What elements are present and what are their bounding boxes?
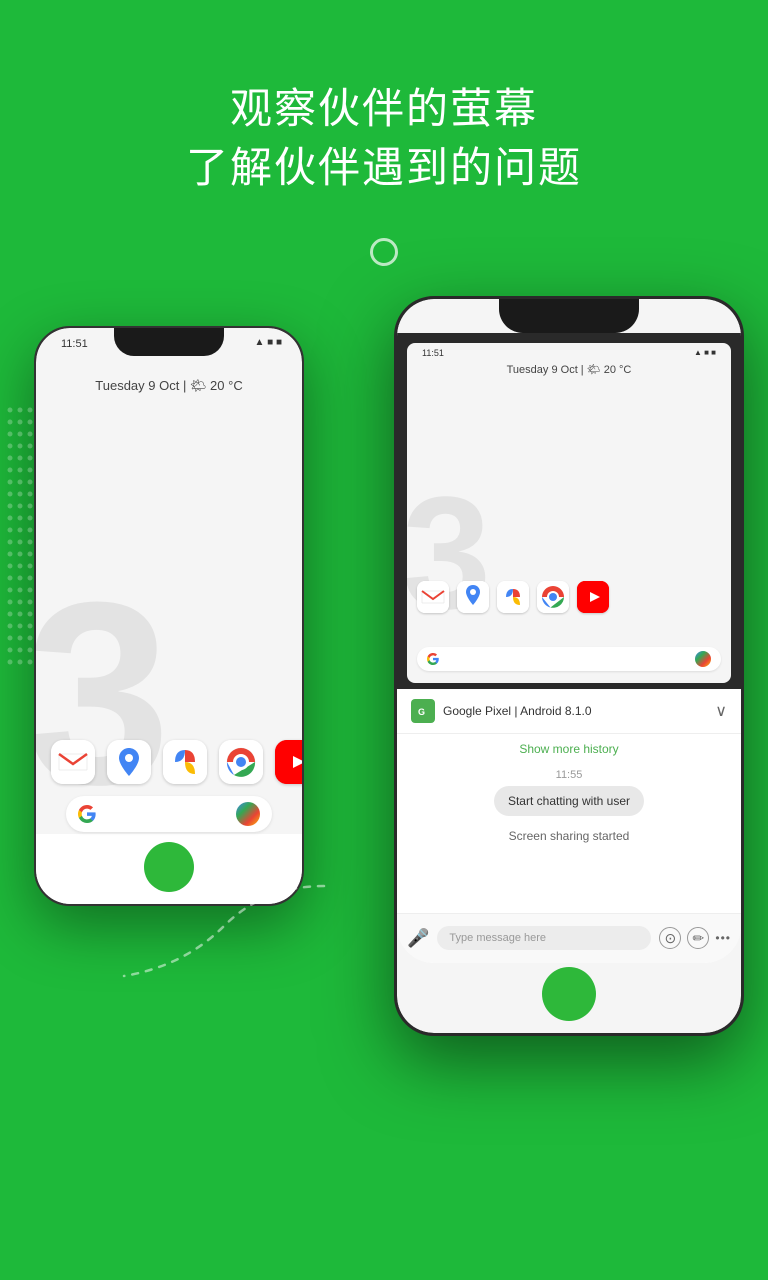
phone-left-notch [114,328,224,356]
chat-icons: ⊙ ✏ ••• [659,927,731,949]
title-line1: 观察伙伴的萤幕 [230,85,538,132]
google-assistant-inner [695,651,711,667]
maps-icon-left[interactable] [107,740,151,784]
photos-icon-left[interactable] [163,740,207,784]
expand-icon[interactable]: ∨ [715,701,727,721]
pixel-logo: G [415,703,431,719]
google-logo-left [78,805,96,823]
photos-icon-inner [497,581,529,613]
gmail-icon-inner [417,581,449,613]
screen-share-inner: 11:51 ▲ ■ ■ Tuesday 9 Oct | 🌤 20 °C 3 [407,343,731,683]
title-heading: 观察伙伴的萤幕 了解伙伴遇到的问题 [186,80,582,198]
phone-left-screen: 11:51 ▲ ■ ■ Tuesday 9 Oct | 🌤 20 °C 3 [36,328,302,904]
chat-timestamp: 11:55 [397,764,741,786]
pen-icon[interactable]: ✏ [687,927,709,949]
app-icons-left [51,740,287,784]
time-left: 11:51 [61,338,88,350]
gmail-icon-left[interactable] [51,740,95,784]
home-button-right[interactable] [542,967,596,1021]
chat-input-field[interactable]: Type message here [437,926,651,950]
maps-icon-inner [457,581,489,613]
device-label: Google Pixel | Android 8.1.0 [443,704,707,718]
chat-bubble: Start chatting with user [494,786,644,816]
phone-date-left: Tuesday 9 Oct | 🌤 20 °C [36,378,302,394]
phone-left: 11:51 ▲ ■ ■ Tuesday 9 Oct | 🌤 20 °C 3 [34,326,304,906]
screen-sharing-text: Screen sharing started [397,824,741,848]
page-container: 观察伙伴的萤幕 了解伙伴遇到的问题 11:51 ▲ ■ ■ Tuesday 9 … [0,0,768,1280]
phone-right-screen: 11:51 ▲ ■ ■ Tuesday 9 Oct | 🌤 20 °C 3 [397,299,741,1033]
phone-right-notch [499,299,639,333]
screen-share-area: 11:51 ▲ ■ ■ Tuesday 9 Oct | 🌤 20 °C 3 [397,333,741,693]
dotted-curve [64,866,344,996]
show-history-link[interactable]: Show more history [397,734,741,764]
home-button-left[interactable] [144,842,194,892]
youtube-icon-inner [577,581,609,613]
google-search-inner [417,647,721,671]
mic-icon[interactable]: 🎤 [407,928,429,949]
chat-panel: G Google Pixel | Android 8.1.0 ∨ Show mo… [397,689,741,963]
google-assistant-left[interactable] [236,802,260,826]
chrome-icon-left[interactable] [219,740,263,784]
signal-icons-left: ▲ ■ ■ [254,337,282,348]
headphones-icon[interactable]: ⊙ [659,927,681,949]
chat-bubble-container: Start chatting with user [397,786,741,824]
circle-indicator [370,238,398,266]
pixel-icon: G [411,699,435,723]
signal-right-inner: ▲ ■ ■ [694,348,716,358]
screen-share-status: 11:51 ▲ ■ ■ [422,348,716,358]
chrome-icon-inner [537,581,569,613]
chat-header: G Google Pixel | Android 8.1.0 ∨ [397,689,741,734]
screen-share-date: Tuesday 9 Oct | 🌤 20 °C [407,363,731,376]
big-number-left: 3 [36,564,171,824]
google-search-left[interactable] [51,796,287,832]
title-line2: 了解伙伴遇到的问题 [186,144,582,191]
title-section: 观察伙伴的萤幕 了解伙伴遇到的问题 [186,80,582,198]
phone-right: 11:51 ▲ ■ ■ Tuesday 9 Oct | 🌤 20 °C 3 [394,296,744,1036]
chat-input-placeholder: Type message here [449,932,546,944]
app-icons-inner [417,581,721,613]
more-icon[interactable]: ••• [715,931,731,945]
youtube-icon-left[interactable] [275,740,302,784]
time-right-inner: 11:51 [422,348,444,358]
chat-input-area: 🎤 Type message here ⊙ ✏ ••• [397,913,741,963]
google-logo-inner [427,653,439,665]
svg-text:G: G [418,707,425,717]
phones-container: 11:51 ▲ ■ ■ Tuesday 9 Oct | 🌤 20 °C 3 [4,296,764,1076]
